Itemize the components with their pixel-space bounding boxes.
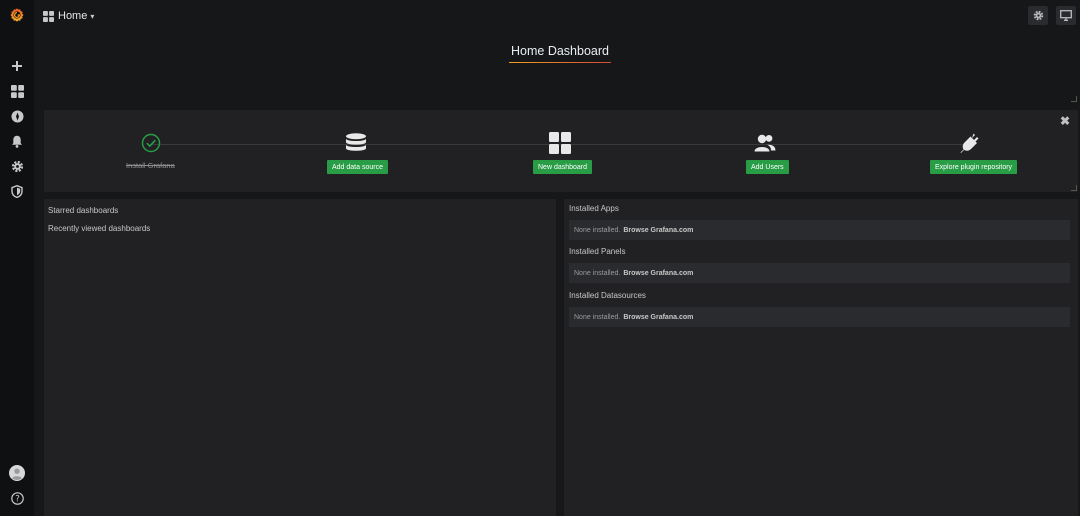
server-admin-shield-icon[interactable] bbox=[0, 180, 34, 202]
installed-datasources-empty: None installed. Browse Grafana.com bbox=[569, 307, 1070, 327]
step-add-data-source: Add data source bbox=[327, 110, 388, 192]
dashboard-settings-button[interactable] bbox=[1028, 6, 1048, 25]
panel-resize-handle[interactable] bbox=[1071, 96, 1077, 102]
explore-plugin-repository-button[interactable]: Explore plugin repository bbox=[930, 160, 1018, 174]
browse-grafana-link[interactable]: Browse Grafana.com bbox=[623, 270, 693, 277]
users-icon bbox=[753, 132, 777, 154]
plug-icon bbox=[959, 132, 983, 154]
step-label: Install Grafana bbox=[126, 161, 175, 170]
explore-compass-icon[interactable] bbox=[0, 105, 34, 127]
title-underline bbox=[509, 62, 611, 63]
step-add-users: Add Users bbox=[746, 110, 789, 192]
dashboards-icon[interactable] bbox=[0, 80, 34, 102]
browse-grafana-link[interactable]: Browse Grafana.com bbox=[623, 314, 693, 321]
recently-viewed-heading[interactable]: Recently viewed dashboards bbox=[48, 224, 150, 233]
configuration-gear-icon[interactable] bbox=[0, 155, 34, 177]
apps-grid-icon bbox=[43, 10, 54, 22]
tv-mode-button[interactable] bbox=[1056, 6, 1076, 25]
svg-text:?: ? bbox=[15, 494, 20, 504]
installed-panels-heading: Installed Panels bbox=[569, 247, 626, 256]
database-icon bbox=[344, 132, 368, 154]
empty-text: None installed. bbox=[574, 226, 621, 234]
installed-apps-heading: Installed Apps bbox=[569, 204, 619, 213]
browse-grafana-link[interactable]: Browse Grafana.com bbox=[623, 227, 693, 234]
help-question-icon[interactable]: ? bbox=[0, 487, 34, 509]
new-dashboard-button[interactable]: New dashboard bbox=[533, 160, 593, 174]
grafana-app: ? Home ▾ Home Dashboard ✖ Install Grafan… bbox=[0, 0, 1080, 516]
top-navbar: Home ▾ bbox=[34, 0, 1080, 32]
empty-text: None installed. bbox=[574, 269, 621, 277]
close-icon[interactable]: ✖ bbox=[1060, 114, 1070, 128]
dashboard-picker[interactable]: Home ▾ bbox=[43, 8, 94, 24]
installed-panels-empty: None installed. Browse Grafana.com bbox=[569, 263, 1070, 283]
installed-apps-empty: None installed. Browse Grafana.com bbox=[569, 220, 1070, 240]
step-new-dashboard: New dashboard bbox=[533, 110, 593, 192]
step-install-grafana: Install Grafana bbox=[126, 110, 176, 192]
page-title: Home Dashboard bbox=[511, 44, 609, 58]
user-avatar-icon[interactable] bbox=[0, 462, 34, 484]
step-explore-plugins: Explore plugin repository bbox=[930, 110, 1018, 192]
grafana-logo-icon[interactable] bbox=[0, 4, 34, 26]
chevron-down-icon: ▾ bbox=[90, 11, 95, 21]
starred-dashboards-heading[interactable]: Starred dashboards bbox=[48, 206, 118, 215]
add-data-source-button[interactable]: Add data source bbox=[327, 160, 388, 174]
plugin-list-panel: Installed Apps None installed. Browse Gr… bbox=[564, 199, 1078, 516]
dashboard-list-panel: Starred dashboards Recently viewed dashb… bbox=[44, 199, 556, 516]
create-plus-icon[interactable] bbox=[0, 55, 34, 77]
installed-datasources-heading: Installed Datasources bbox=[569, 291, 646, 300]
alerting-bell-icon[interactable] bbox=[0, 130, 34, 152]
add-users-button[interactable]: Add Users bbox=[746, 160, 789, 174]
dashboard-picker-label: Home bbox=[58, 10, 88, 22]
getting-started-panel: ✖ Install Grafana Add data source New da… bbox=[44, 110, 1078, 192]
apps-icon bbox=[548, 132, 572, 154]
gear-icon bbox=[1033, 10, 1043, 21]
panel-resize-handle[interactable] bbox=[1071, 185, 1077, 191]
check-circle-icon bbox=[139, 132, 163, 154]
empty-text: None installed. bbox=[574, 313, 621, 321]
monitor-icon bbox=[1060, 10, 1072, 21]
sidebar: ? bbox=[0, 0, 34, 516]
